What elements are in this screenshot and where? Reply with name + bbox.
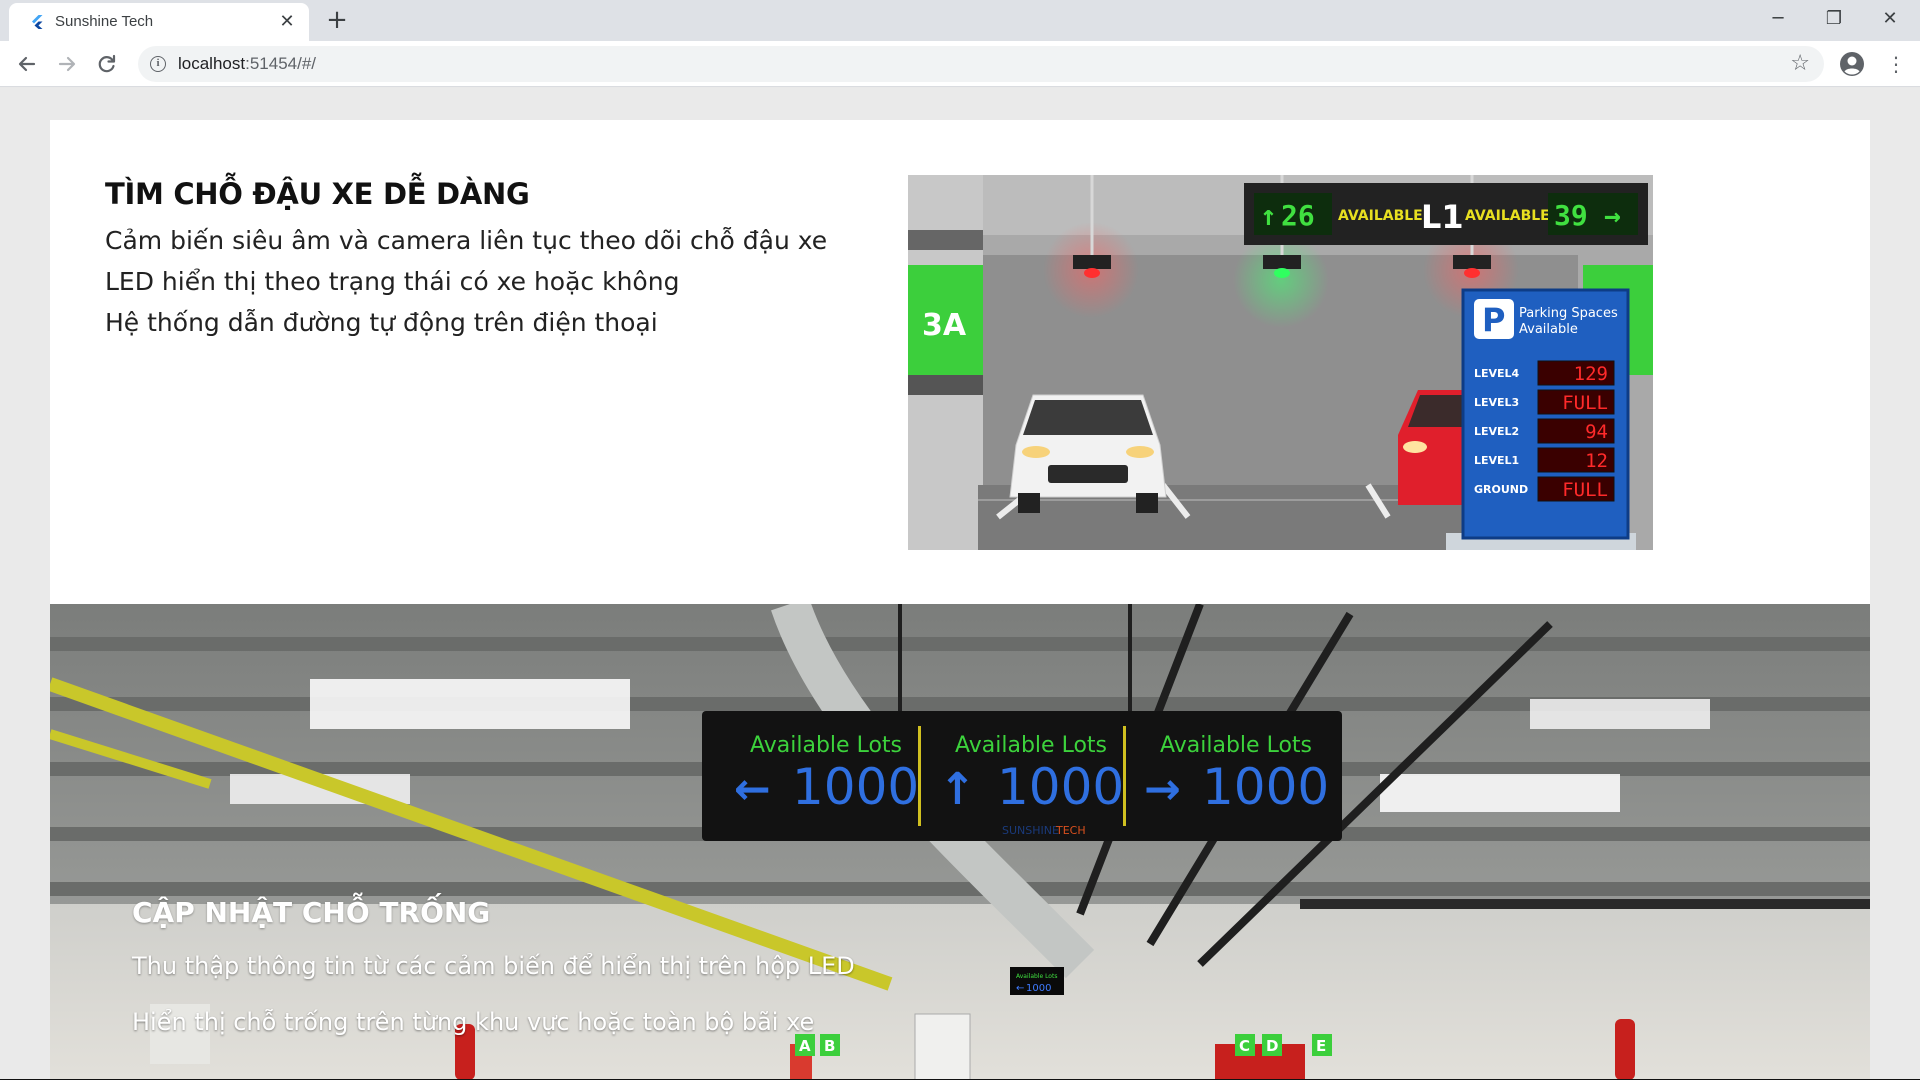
section-title: CẬP NHẬT CHỖ TRỐNG <box>132 896 491 929</box>
bay-letter: E <box>1316 1037 1326 1055</box>
led-count: 1000 <box>997 758 1124 816</box>
close-window-button[interactable]: ✕ <box>1862 0 1918 41</box>
svg-text:↑: ↑ <box>1260 199 1277 232</box>
board-title-2: Available <box>1519 322 1578 337</box>
board-level-label: GROUND <box>1474 483 1528 496</box>
zone-label: 3A <box>922 308 967 343</box>
led-groups: Available Lots← 1000Available Lots↑ 1000Av… <box>734 733 1329 816</box>
board-level-value: FULL <box>1562 392 1608 414</box>
parking-illustration: 3A ↑ 26 AVAILABLE L1 AVAILABLE 39 → P Pa… <box>908 175 1653 550</box>
led-heading: Available Lots <box>750 733 902 758</box>
svg-text:→: → <box>1604 199 1621 232</box>
led-arrow-icon: ↑ <box>939 764 976 815</box>
flutter-favicon-icon <box>32 15 43 29</box>
back-icon[interactable] <box>12 49 42 79</box>
board-level-value: 94 <box>1585 421 1608 443</box>
new-tab-button[interactable]: + <box>324 7 350 34</box>
board-title-1: Parking Spaces <box>1519 306 1618 321</box>
forward-icon[interactable] <box>52 49 82 79</box>
led-count: 1000 <box>792 758 919 816</box>
led-heading: Available Lots <box>1160 733 1312 758</box>
reload-icon[interactable] <box>92 49 122 79</box>
parking-illustration-graphic: 3A ↑ 26 AVAILABLE L1 AVAILABLE 39 → P Pa… <box>908 175 1653 550</box>
board-level-value: 12 <box>1585 450 1608 472</box>
feature-line: Hệ thống dẫn đường tự động trên điện tho… <box>105 308 658 337</box>
star-icon[interactable]: ☆ <box>1790 51 1810 76</box>
restore-button[interactable]: ❐ <box>1806 0 1862 41</box>
info-icon[interactable]: i <box>150 56 166 72</box>
browser-tab[interactable]: Sunshine Tech ✕ <box>9 3 309 41</box>
address-bar[interactable]: i localhost:51454/#/ ☆ <box>138 46 1824 82</box>
tab-close-icon[interactable]: ✕ <box>277 12 297 32</box>
sign-right-count: 39 <box>1554 199 1588 232</box>
page-content: TÌM CHỖ ĐẬU XE DỄ DÀNG Cảm biến siêu âm … <box>0 88 1920 1080</box>
tab-strip: Sunshine Tech ✕ + ─ ❐ ✕ <box>0 0 1920 41</box>
svg-text:P: P <box>1482 301 1505 339</box>
sign-left-count: 26 <box>1281 199 1315 232</box>
led-arrow-icon: → <box>1144 764 1181 815</box>
sign-available-right: AVAILABLE <box>1465 208 1550 224</box>
url-text[interactable]: localhost:51454/#/ <box>178 54 316 74</box>
feature-line: Hiển thị chỗ trống trên từng khu vực hoặ… <box>132 1008 815 1036</box>
led-count: 1000 <box>1202 758 1329 816</box>
bay-letter: B <box>824 1037 835 1055</box>
led-brand-b: TECH <box>1055 824 1086 837</box>
bay-letter: C <box>1239 1037 1250 1055</box>
sign-level: L1 <box>1421 198 1464 236</box>
feature-section-find-parking: TÌM CHỖ ĐẬU XE DỄ DÀNG Cảm biến siêu âm … <box>50 120 1870 604</box>
menu-icon[interactable]: ⋮ <box>1886 51 1906 77</box>
led-arrow-icon: ← <box>734 764 771 815</box>
feature-line: Thu thập thông tin từ các cảm biến để hi… <box>132 952 855 980</box>
board-level-label: LEVEL1 <box>1474 454 1519 467</box>
browser-toolbar: i localhost:51454/#/ ☆ <box>0 41 1920 87</box>
section-title: TÌM CHỖ ĐẬU XE DỄ DÀNG <box>105 177 530 211</box>
bay-letter: A <box>799 1037 811 1055</box>
board-level-label: LEVEL4 <box>1474 367 1520 380</box>
profile-icon[interactable] <box>1839 51 1865 77</box>
tab-title: Sunshine Tech <box>55 13 154 30</box>
board-level-label: LEVEL3 <box>1474 396 1519 409</box>
small-sign-label: Available Lots <box>1016 973 1057 980</box>
sign-available-left: AVAILABLE <box>1338 208 1423 224</box>
board-level-value: 129 <box>1574 363 1608 385</box>
board-level-value: FULL <box>1562 479 1608 501</box>
small-sign-count: 1000 <box>1026 983 1051 994</box>
feature-section-update-vacancy: Available Lots ← 1000 Available Lots ↑ 1000 Av… <box>50 604 1870 1080</box>
minimize-button[interactable]: ─ <box>1750 0 1806 41</box>
feature-line: Cảm biến siêu âm và camera liên tục theo… <box>105 226 828 255</box>
led-heading: Available Lots <box>955 733 1107 758</box>
svg-text:←: ← <box>1016 983 1024 994</box>
feature-line: LED hiển thị theo trạng thái có xe hoặc … <box>105 267 680 296</box>
board-level-label: LEVEL2 <box>1474 425 1519 438</box>
led-brand-a: SUNSHINE <box>1002 824 1059 837</box>
bay-letter: D <box>1266 1037 1278 1055</box>
